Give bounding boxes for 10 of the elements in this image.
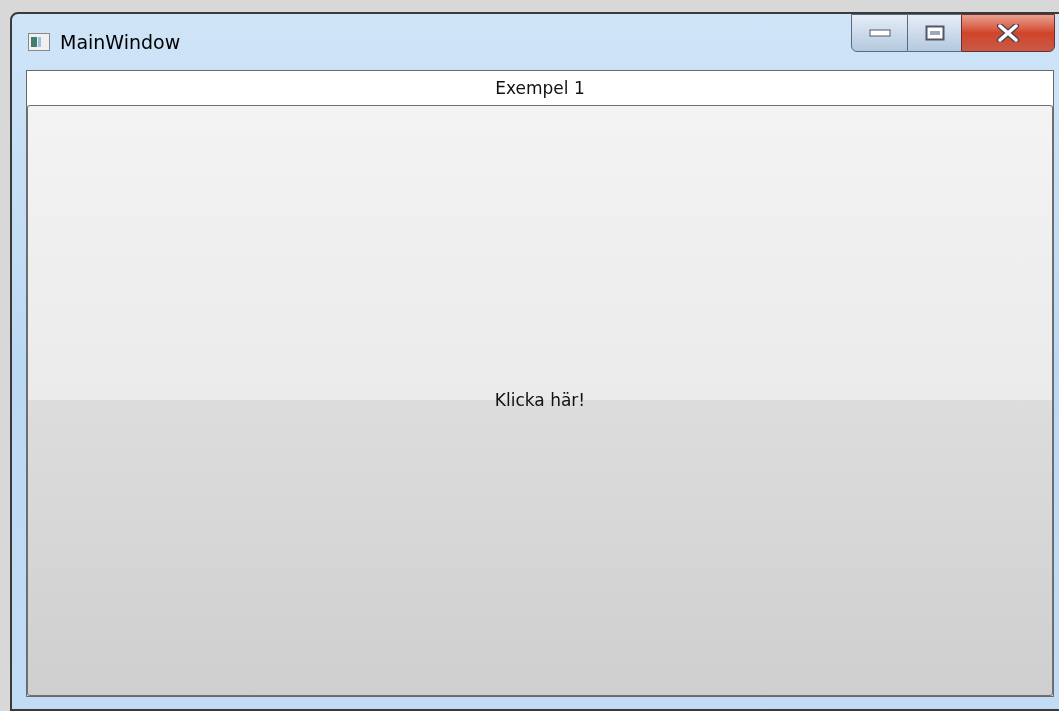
minimize-icon (868, 29, 891, 37)
window-title: MainWindow (60, 30, 181, 55)
click-button[interactable]: Klicka här! (27, 105, 1053, 696)
close-icon (996, 24, 1020, 42)
window-icon (28, 33, 50, 52)
maximize-button[interactable] (908, 14, 961, 52)
minimize-button[interactable] (851, 14, 908, 52)
maximize-icon (924, 25, 945, 41)
label: Exempel 1 (27, 71, 1053, 105)
close-button[interactable] (961, 14, 1055, 52)
